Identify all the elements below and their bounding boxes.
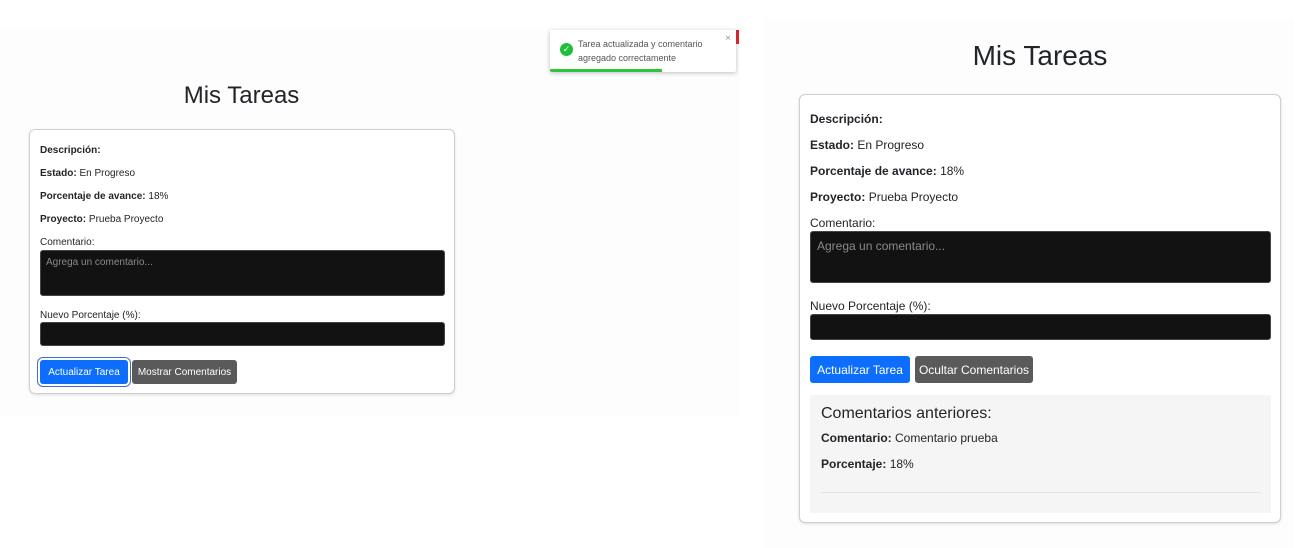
nuevo-porcentaje-label: Nuevo Porcentaje (%): [40, 310, 141, 321]
estado-value: En Progreso [857, 138, 925, 152]
estado-row: Estado: En Progreso [40, 168, 135, 179]
estado-row: Estado: En Progreso [810, 138, 924, 152]
comment-label: Comentario: [821, 431, 892, 445]
estado-label: Estado: [40, 168, 77, 179]
porcentaje-label: Porcentaje de avance: [40, 191, 146, 202]
estado-value: En Progreso [79, 168, 136, 179]
proyecto-value: Prueba Proyecto [88, 214, 164, 225]
porcentaje-value: 18% [148, 191, 169, 202]
comentario-placeholder: Agrega un comentario... [817, 239, 946, 253]
proyecto-value: Prueba Proyecto [868, 190, 959, 204]
nuevo-porcentaje-input[interactable] [40, 322, 445, 346]
right-panel: Mis Tareas Descripción: Estado: En Progr… [764, 18, 1294, 548]
comentario-textarea[interactable]: Agrega un comentario... [40, 250, 445, 296]
success-toast: ✓ Tarea actualizada y comentario agregad… [550, 30, 736, 72]
toast-message: Tarea actualizada y comentario agregado … [578, 39, 703, 63]
descripcion-row: Descripción: [40, 145, 101, 156]
porcentaje-label: Porcentaje de avance: [810, 164, 937, 178]
porcentaje-row: Porcentaje de avance: 18% [810, 164, 964, 178]
comment-value: Comentario prueba [895, 431, 998, 445]
close-icon[interactable]: × [725, 33, 731, 44]
nuevo-porcentaje-input[interactable] [810, 314, 1271, 340]
estado-label: Estado: [810, 138, 855, 152]
proyecto-label: Proyecto: [810, 190, 866, 204]
comentario-placeholder: Agrega un comentario... [46, 257, 153, 268]
nuevo-porcentaje-label: Nuevo Porcentaje (%): [810, 299, 931, 313]
task-card: Descripción: Estado: En Progreso Porcent… [29, 129, 455, 394]
comment-text-row: Comentario: Comentario prueba [821, 431, 998, 445]
page-title: Mis Tareas [183, 82, 300, 109]
proyecto-row: Proyecto: Prueba Proyecto [810, 190, 958, 204]
comentario-label: Comentario: [40, 237, 95, 248]
comment-percentage-row: Porcentaje: 18% [821, 457, 914, 471]
descripcion-row: Descripción: [810, 112, 883, 126]
actualizar-tarea-button[interactable]: Actualizar Tarea [40, 360, 128, 384]
comment-divider [821, 492, 1261, 493]
toast-progress-bar [550, 69, 662, 72]
porcentaje-value: 18% [940, 164, 965, 178]
toast-edge-accent [736, 30, 739, 44]
comment-percentage-value: 18% [889, 457, 914, 471]
task-card: Descripción: Estado: En Progreso Porcent… [799, 94, 1281, 523]
mostrar-comentarios-button[interactable]: Mostrar Comentarios [132, 360, 237, 384]
descripcion-label: Descripción: [40, 145, 101, 156]
comentario-textarea[interactable]: Agrega un comentario... [810, 231, 1271, 283]
comment-percentage-label: Porcentaje: [821, 457, 887, 471]
ocultar-comentarios-button[interactable]: Ocultar Comentarios [915, 356, 1033, 383]
left-panel: Mis Tareas Descripción: Estado: En Progr… [0, 30, 738, 415]
page-title: Mis Tareas [972, 40, 1108, 71]
proyecto-row: Proyecto: Prueba Proyecto [40, 214, 163, 225]
proyecto-label: Proyecto: [40, 214, 87, 225]
porcentaje-row: Porcentaje de avance: 18% [40, 191, 168, 202]
actualizar-tarea-button[interactable]: Actualizar Tarea [810, 356, 910, 383]
comments-section: Comentarios anteriores: Comentario: Come… [810, 395, 1271, 513]
comments-heading: Comentarios anteriores: [821, 405, 992, 422]
check-circle-icon: ✓ [560, 43, 573, 56]
comentario-label: Comentario: [810, 216, 876, 230]
descripcion-label: Descripción: [810, 112, 883, 126]
